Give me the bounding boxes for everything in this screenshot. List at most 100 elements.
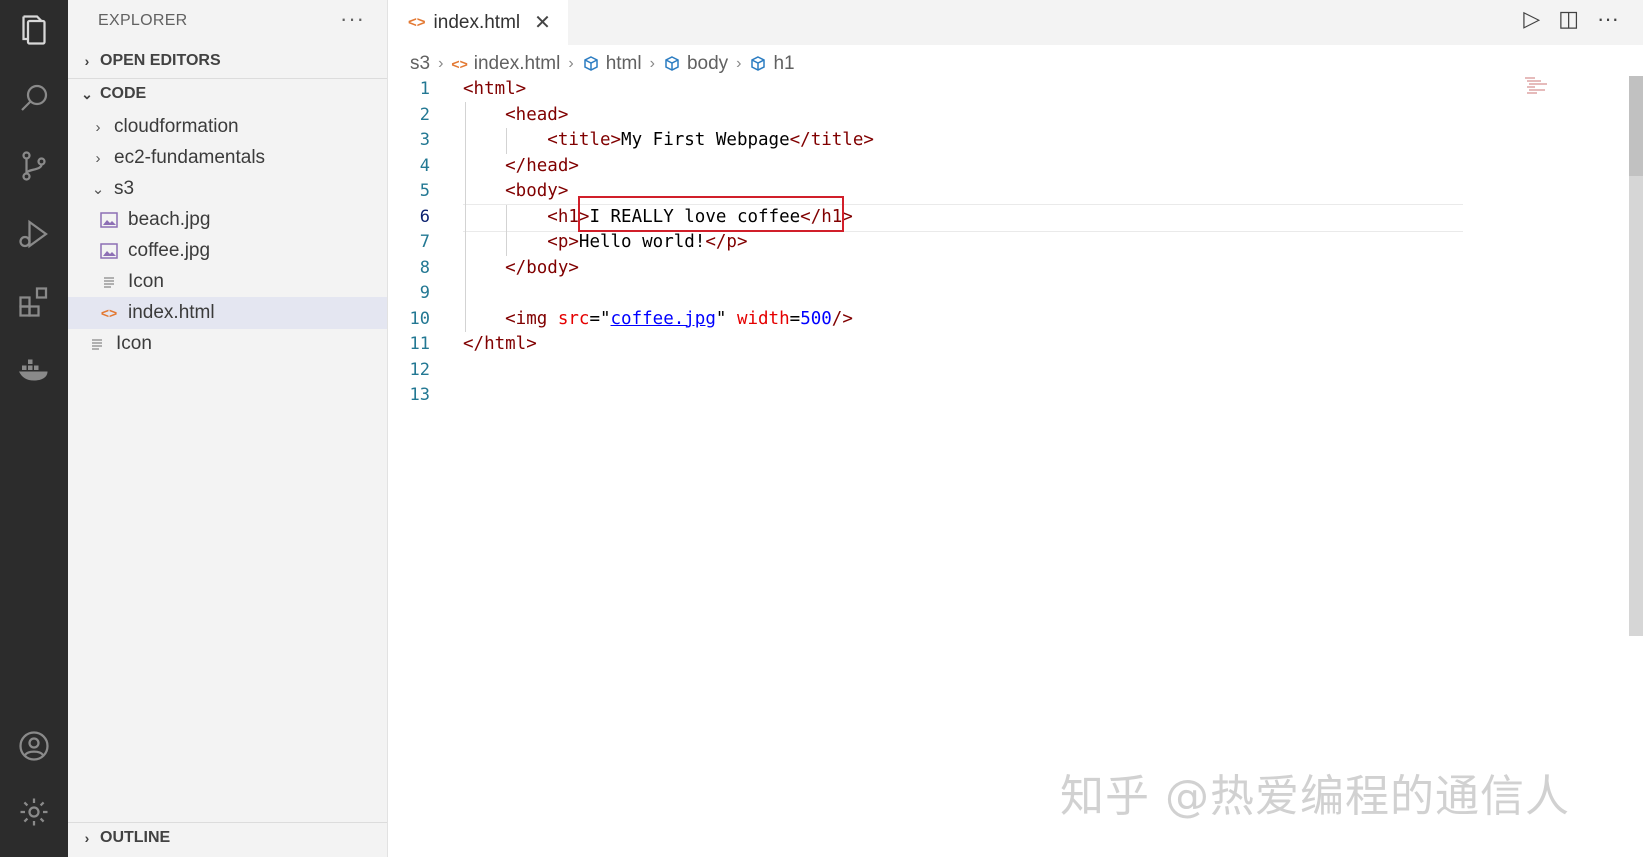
code-token: ="	[589, 308, 611, 329]
editor-actions: ▷ ◫ ···	[1523, 6, 1619, 32]
source-control-icon[interactable]	[12, 144, 56, 188]
code-text: </body>	[463, 255, 579, 281]
chevron-right-icon: ›	[95, 149, 101, 167]
more-actions-icon[interactable]: ···	[340, 6, 365, 32]
minimap[interactable]	[1523, 76, 1563, 96]
code-line[interactable]: 7 <p>Hello world!</p>	[388, 229, 1618, 255]
breadcrumb-item[interactable]: body	[663, 53, 728, 75]
code-text: <body>	[463, 178, 568, 204]
tree-file-beach-jpg[interactable]: beach.jpg	[68, 204, 387, 236]
scrollbar-thumb[interactable]	[1629, 76, 1643, 176]
chevron-right-icon: ›	[84, 830, 90, 846]
code-token: My First Webpage	[621, 130, 790, 150]
element-cube-icon	[751, 56, 766, 71]
account-icon[interactable]	[12, 724, 56, 768]
code-token: </html>	[463, 334, 537, 354]
breadcrumb-item[interactable]: html	[582, 53, 642, 75]
breadcrumb-label: body	[686, 53, 729, 74]
tree-file-icon[interactable]: Icon	[68, 266, 387, 298]
code-text: <html>	[463, 76, 526, 102]
code-line[interactable]: 10 <img src="coffee.jpg" width=500/>	[388, 306, 1618, 332]
code-token: <p>	[463, 232, 579, 252]
breadcrumb-item[interactable]: <> index.html	[451, 53, 560, 75]
code-line[interactable]: 3 <title>My First Webpage</title>	[388, 127, 1618, 153]
line-number: 1	[419, 79, 430, 99]
line-number: 12	[409, 359, 430, 380]
code-token: </body>	[463, 257, 579, 278]
html-file-icon: <>	[408, 14, 426, 31]
code-line[interactable]: 2 <head>	[388, 102, 1618, 128]
extensions-icon[interactable]	[12, 280, 56, 324]
code-token: <img	[463, 308, 558, 329]
code-editor[interactable]: 1 <html> 2 <head> 3 <title>My First Webpage…	[388, 76, 1618, 857]
code-line[interactable]: 12	[388, 357, 1618, 383]
tree-item-label: index.html	[128, 302, 215, 323]
line-number: 9	[419, 283, 430, 303]
chevron-right-icon: ›	[649, 55, 655, 72]
open-editors-section[interactable]: › OPEN EDITORS	[68, 46, 387, 76]
code-token: <head>	[463, 104, 569, 125]
code-token: "	[715, 308, 737, 329]
code-line[interactable]: 4 </head>	[388, 153, 1618, 179]
outline-label: OUTLINE	[100, 829, 171, 846]
code-token[interactable]: coffee.jpg	[611, 309, 716, 329]
code-line[interactable]: 11 </html>	[388, 331, 1618, 357]
code-token: />	[831, 308, 853, 329]
tab-bar: <> index.html ✕ ▷ ◫ ···	[388, 0, 1643, 45]
breadcrumb-item[interactable]: h1	[749, 53, 795, 75]
code-text: </head>	[463, 153, 579, 179]
code-line[interactable]: 6 <h1>I REALLY love coffee</h1>	[388, 204, 1618, 230]
code-line[interactable]: 8 </body>	[388, 255, 1618, 281]
close-icon[interactable]: ✕	[534, 10, 551, 35]
code-token: </p>	[705, 232, 748, 252]
more-actions-icon[interactable]: ···	[1597, 6, 1619, 32]
chevron-right-icon: ›	[95, 118, 101, 136]
docker-icon[interactable]	[12, 348, 56, 392]
tree-file-index-html[interactable]: <> index.html	[68, 297, 387, 329]
workspace-section[interactable]: ⌄ CODE	[68, 78, 387, 109]
search-icon[interactable]	[12, 76, 56, 120]
outline-section[interactable]: › OUTLINE	[68, 822, 387, 853]
tree-item-label: beach.jpg	[128, 209, 211, 230]
tree-item-label: Icon	[128, 271, 164, 292]
editor-area: <> index.html ✕ ▷ ◫ ··· s3 › <> index.htm…	[388, 0, 1643, 857]
tree-folder-cloudformation[interactable]: › cloudformation	[68, 111, 387, 143]
explorer-icon[interactable]	[12, 8, 56, 52]
tree-item-label: ec2-fundamentals	[114, 147, 266, 168]
line-number: 11	[409, 334, 430, 354]
code-text: <head>	[463, 102, 568, 128]
tree-file-icon[interactable]: Icon	[68, 328, 387, 360]
code-line[interactable]: 13	[388, 382, 1618, 408]
code-text: <title>My First Webpage</title>	[463, 127, 874, 153]
tree-folder-s3[interactable]: ⌄ s3	[68, 173, 387, 205]
code-text: <img src="coffee.jpg" width=500/>	[463, 306, 853, 332]
code-line[interactable]: 1 <html>	[388, 76, 1618, 102]
breadcrumb-item[interactable]: s3	[410, 53, 430, 75]
chevron-down-icon: ⌄	[91, 181, 105, 198]
code-token: width	[736, 308, 790, 329]
chevron-right-icon: ›	[568, 55, 574, 72]
code-text: </html>	[463, 331, 537, 357]
chevron-right-icon: ›	[84, 53, 90, 69]
code-line[interactable]: 5 <body>	[388, 178, 1618, 204]
tree-folder-ec2-fundamentals[interactable]: › ec2-fundamentals	[68, 142, 387, 174]
split-editor-icon[interactable]: ◫	[1558, 6, 1579, 32]
run-debug-icon[interactable]	[12, 212, 56, 256]
settings-gear-icon[interactable]	[12, 790, 56, 834]
text-file-icon	[86, 334, 108, 354]
tree-file-coffee-jpg[interactable]: coffee.jpg	[68, 235, 387, 267]
code-token: src	[557, 308, 590, 329]
run-icon[interactable]: ▷	[1523, 6, 1540, 32]
tree-item-label: Icon	[116, 333, 152, 354]
tab-index-html[interactable]: <> index.html ✕	[388, 0, 568, 45]
chevron-right-icon: ›	[736, 55, 742, 72]
element-cube-icon	[583, 56, 598, 71]
breadcrumb-label: index.html	[473, 53, 561, 74]
chevron-right-icon: ›	[438, 55, 444, 72]
watermark: 知乎 @热爱编程的通信人	[1060, 771, 1570, 822]
annotation-box	[578, 196, 844, 232]
code-line[interactable]: 9	[388, 280, 1618, 306]
tab-label: index.html	[433, 11, 521, 33]
code-token: <html>	[463, 79, 527, 99]
code-token: </head>	[463, 155, 579, 176]
